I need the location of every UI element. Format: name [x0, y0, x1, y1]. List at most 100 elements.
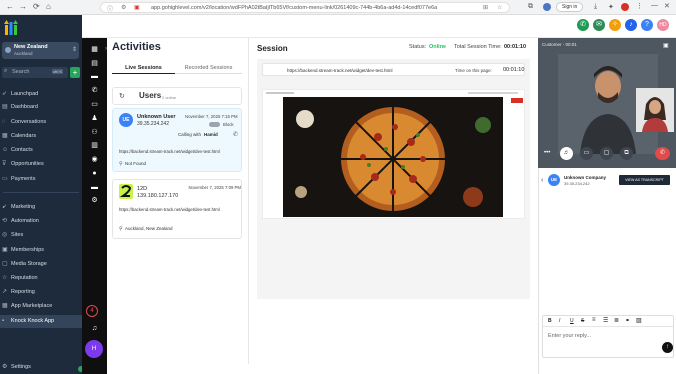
app-icon-rail: › ▦ ▤ ▬ ✆ ▭ ♟ ⚇ ▥ ◉ ● ▬ ⚙ 4 ♫ H [82, 38, 107, 374]
close-window-icon[interactable]: ✕ [664, 2, 670, 10]
sidebar-item-conversations[interactable]: ◌ Conversations [0, 116, 82, 129]
document-icon[interactable]: ▤ [90, 59, 99, 68]
total-time-value: 00:01:10 [504, 44, 527, 50]
sidebar-item-settings[interactable]: ⚙ Settings [0, 361, 82, 374]
time-on-page-label: Time on this page: [455, 68, 492, 73]
tab-live-sessions[interactable]: Live Sessions [112, 63, 175, 74]
switch-view-button[interactable]: ⧉ [620, 147, 633, 160]
sidebar-item-calendars[interactable]: ▦ Calendars [0, 130, 82, 143]
minimize-icon[interactable]: — [651, 2, 658, 9]
chat-bubble-icon[interactable]: ✉ [593, 19, 605, 31]
block-toggle[interactable] [209, 122, 220, 127]
call-icon[interactable]: ✆ [90, 86, 99, 95]
record-icon[interactable]: ◉ [90, 155, 99, 164]
bold-button[interactable]: B [548, 318, 552, 324]
permissions-icon[interactable]: ⚙ [121, 4, 126, 11]
image-icon[interactable]: ▨ [636, 317, 642, 324]
quick-add-button[interactable]: + [70, 67, 80, 78]
org-chart-icon[interactable]: ⚇ [90, 128, 99, 137]
sidebar-item-reputation[interactable]: ☆ Reputation [0, 272, 82, 285]
send-button[interactable]: ↑ [662, 342, 673, 353]
sign-in-button[interactable]: Sign in [556, 2, 584, 12]
alert-count-icon[interactable]: 4 [86, 305, 98, 317]
microphone-button[interactable]: ♬ [560, 147, 573, 160]
numbered-list-icon[interactable]: ≡ [592, 317, 596, 323]
sidebar-item-contacts[interactable]: ☺ Contacts [0, 144, 82, 157]
inbox-icon[interactable]: ▭ [90, 100, 99, 109]
analytics-icon[interactable]: ▥ [90, 141, 99, 150]
back-arrow-icon[interactable]: ‹ [541, 177, 543, 184]
notifications-icon[interactable]: ♪ [625, 19, 637, 31]
browser-home-icon[interactable]: ⌂ [46, 2, 51, 11]
sidebar-item-launchpad[interactable]: ➶ Launchpad [0, 88, 82, 101]
align-icon[interactable]: ≣ [614, 317, 619, 324]
bullet-list-icon[interactable]: ☰ [603, 317, 608, 324]
sidebar-item-dashboard[interactable]: ▤ Dashboard [0, 101, 82, 114]
visitor-card[interactable]: UE Unknown User 39.35.234.242 November 7… [112, 108, 242, 172]
visitor-url[interactable]: https://backend.stream-track.net/widget/… [119, 149, 220, 154]
more-options-icon[interactable]: ••• [544, 150, 550, 156]
page-title: Activities [112, 41, 161, 53]
sidebar-item-opportunities[interactable]: ⊽ Opportunities [0, 158, 82, 171]
sidebar-item-payments[interactable]: ▭ Payments [0, 173, 82, 186]
end-call-button[interactable]: ✆ [655, 147, 670, 160]
extensions-icon[interactable]: ⧉ [528, 3, 533, 11]
help-icon[interactable]: ? [641, 19, 653, 31]
chat-widget-icon[interactable]: ● [90, 169, 99, 178]
italic-button[interactable]: I [559, 318, 560, 324]
browser-forward-icon[interactable]: → [19, 2, 27, 11]
megaphone-icon[interactable]: ✧ [609, 19, 621, 31]
reply-editor[interactable]: B I U S ≡ ☰ ≣ ⚭ ▨ Enter your reply... ↑ [542, 315, 674, 358]
install-icon[interactable]: ⊞ [483, 4, 488, 11]
phone-icon[interactable]: ✆ [577, 19, 589, 31]
search-input[interactable]: ⌕ Search ctrl K [2, 67, 68, 78]
settings-icon[interactable]: ⚙ [90, 196, 99, 205]
sidebar-item-memberships[interactable]: ▣ Memberships [0, 244, 82, 257]
user-avatar-icon[interactable]: HD [657, 19, 669, 31]
call-handset-icon[interactable]: ✆ [233, 131, 238, 138]
browser-menu-icon[interactable]: ⋮ [636, 2, 643, 10]
screen-share-button[interactable]: ▢ [600, 147, 613, 160]
sidebar-item-knock-knock-app[interactable]: ▪ Knock Knock App [0, 315, 82, 328]
sidebar-item-automation[interactable]: ⟲ Automation [0, 215, 82, 228]
profile-avatar-icon[interactable] [543, 3, 551, 11]
grid-icon[interactable]: ▦ [90, 45, 99, 54]
camera-button[interactable]: ▭ [580, 147, 593, 160]
strikethrough-button[interactable]: S [581, 318, 584, 324]
visitor-url[interactable]: https://backend.stream-track.net/widget/… [119, 207, 241, 212]
view-transcript-button[interactable]: VIEW AS TRANSCRIPT [619, 175, 670, 185]
bookmark-star-icon[interactable]: ☆ [497, 4, 502, 11]
sidebar-item-label: App Marketplace [11, 303, 53, 309]
users-label: Users [139, 91, 162, 100]
expand-video-icon[interactable]: ▣ [663, 42, 669, 49]
recording-indicator-icon[interactable] [621, 3, 629, 11]
sidebar-item-label: Launchpad [11, 91, 39, 97]
sidebar-item-label: Contacts [11, 147, 33, 153]
sidebar-item-reporting[interactable]: ↗ Reporting [0, 286, 82, 299]
sidebar-item-marketing[interactable]: ➹ Marketing [0, 201, 82, 214]
bell-icon[interactable]: ♫ [90, 324, 99, 333]
browser-back-icon[interactable]: ← [6, 2, 14, 11]
messages-icon[interactable]: ▬ [90, 72, 99, 81]
visitor-location: Auckland, New Zealand [125, 226, 173, 231]
team-icon[interactable]: ♟ [90, 114, 99, 123]
list-icon[interactable]: ▬ [90, 183, 99, 192]
underline-button[interactable]: U [570, 318, 574, 324]
sidebar-item-label: Calendars [11, 133, 37, 139]
camera-in-use-icon[interactable]: ▣ [134, 4, 140, 11]
address-bar[interactable]: ⓘ ⚙ ▣ app.gohighlevel.com/v2/location/wd… [100, 2, 510, 13]
refresh-icon[interactable]: ↻ [119, 92, 125, 100]
visitor-card[interactable]: 12D 139.180.127.170 November 7, 2025 7:0… [112, 179, 242, 239]
tab-recorded-sessions[interactable]: Recorded Sessions [175, 63, 242, 74]
site-info-icon[interactable]: ⓘ [107, 4, 113, 13]
user-avatar[interactable]: H [85, 340, 103, 358]
account-switcher[interactable]: New Zealand Auckland ⇕ [2, 42, 79, 59]
link-icon[interactable]: ⚭ [625, 317, 630, 324]
sidebar-item-app-marketplace[interactable]: ▦ App Marketplace [0, 300, 82, 313]
sidebar-item-media-storage[interactable]: ▢ Media Storage [0, 258, 82, 271]
sidebar-item-label: Conversations [11, 119, 47, 125]
extension-puzzle-icon[interactable]: ✦ [608, 3, 614, 11]
sidebar-item-sites[interactable]: ◎ Sites [0, 229, 82, 242]
download-icon[interactable]: ⤓ [594, 3, 597, 11]
browser-refresh-icon[interactable]: ⟳ [33, 2, 40, 11]
